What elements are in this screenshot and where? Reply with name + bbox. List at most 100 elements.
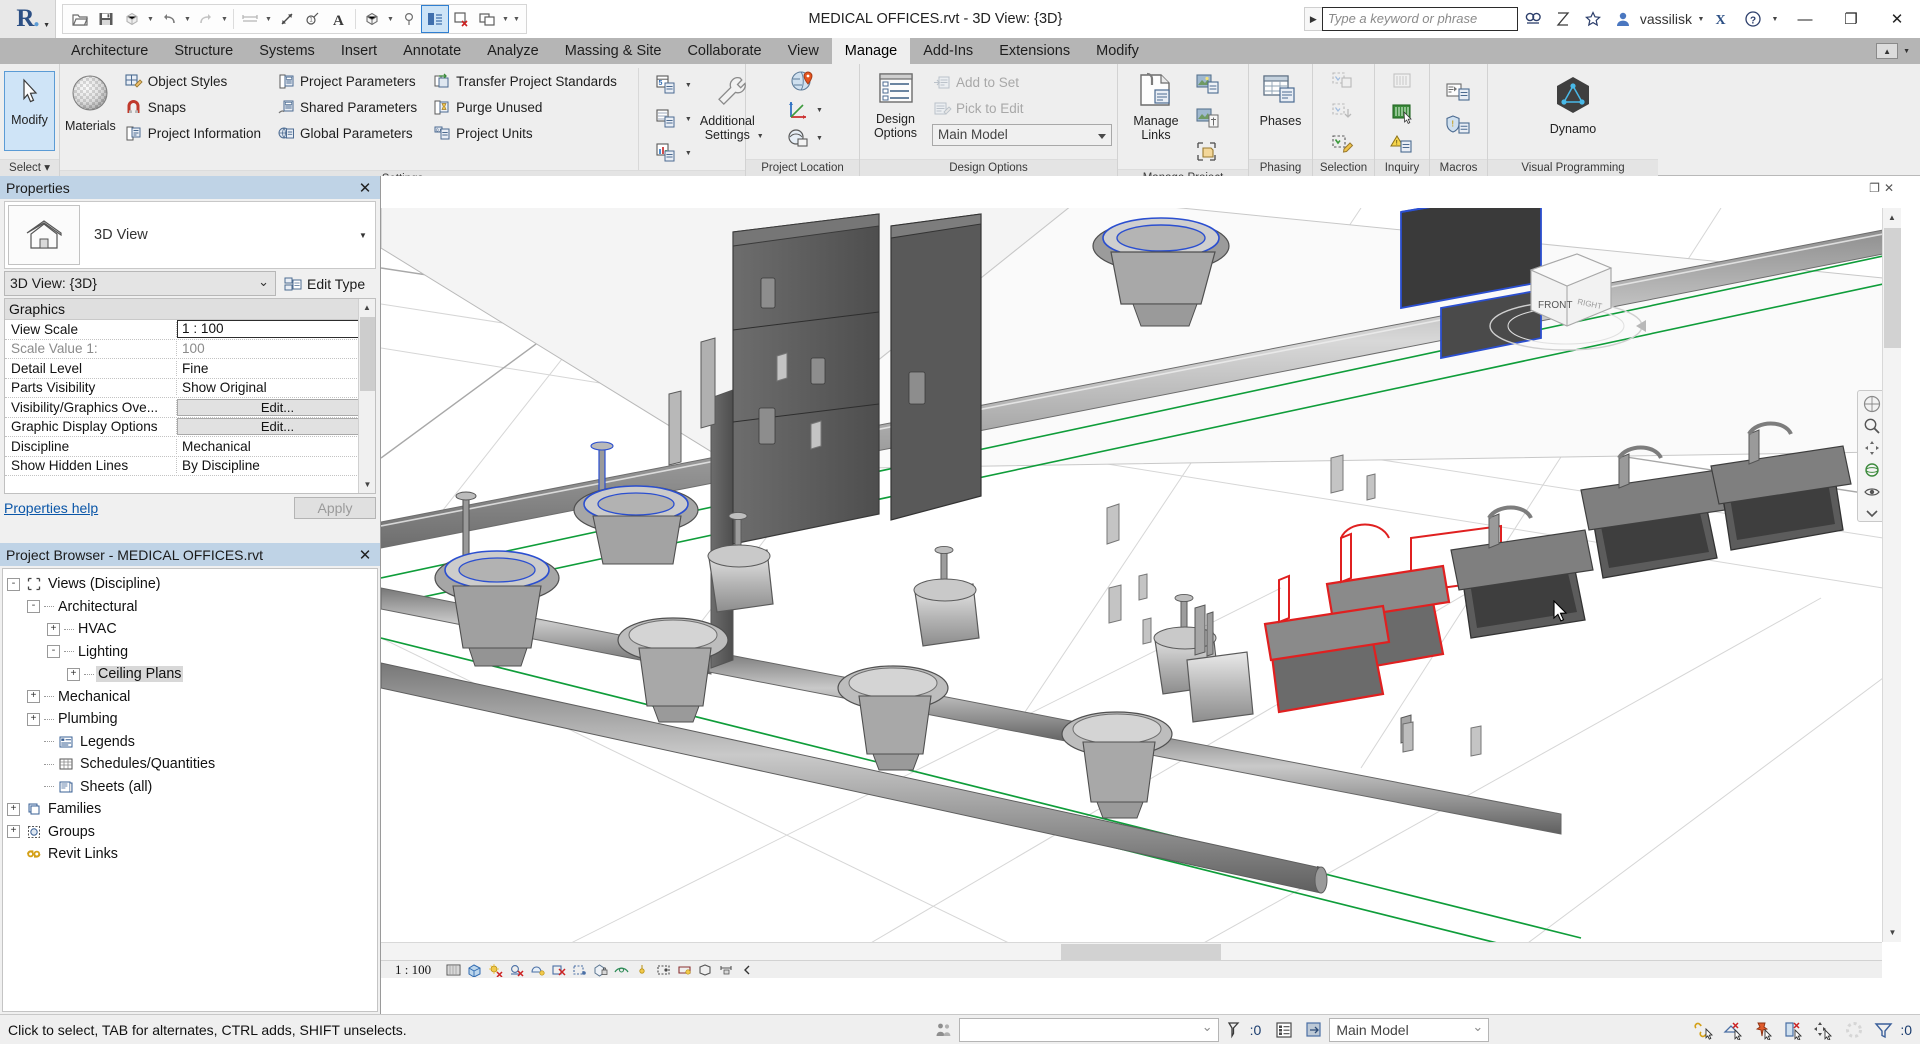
expand-icon[interactable]: + — [7, 825, 20, 839]
ribbon-tab-manage[interactable]: Manage — [831, 38, 911, 64]
default-3d-view-icon[interactable] — [359, 6, 385, 32]
chevron-down-icon[interactable]: ▼ — [500, 6, 511, 32]
transfer-project-standards-button[interactable]: Transfer Project Standards — [430, 68, 622, 94]
lock-3d-view-icon[interactable] — [590, 961, 611, 979]
scroll-down-arrow-icon[interactable]: ▼ — [1883, 923, 1901, 942]
warnings-icon[interactable]: ! — [1385, 128, 1419, 159]
global-parameters-button[interactable]: Global Parameters — [274, 120, 422, 146]
edit-selection-icon[interactable] — [1327, 128, 1361, 159]
shared-coordinates-icon[interactable]: 5 — [649, 68, 683, 102]
project-browser-node-groups[interactable]: + Groups — [7, 821, 377, 844]
view-vertical-scrollbar[interactable]: ▲ ▼ — [1882, 208, 1901, 942]
customize-quick-access-icon[interactable]: ▼ — [511, 6, 522, 32]
worksets-icon[interactable] — [929, 1016, 959, 1044]
minimize-window-button[interactable]: — — [1782, 0, 1828, 38]
chevron-down-icon[interactable]: ▼ — [1694, 16, 1708, 23]
project-browser-node-ceiling-plans[interactable]: + Ceiling Plans — [7, 663, 377, 686]
temporary-hide-isolate-icon[interactable] — [611, 961, 632, 979]
property-value[interactable]: Mechanical — [177, 439, 375, 454]
property-value[interactable]: Edit... — [177, 418, 373, 436]
chevron-down-icon[interactable]: ▼ — [219, 6, 230, 32]
project-browser-node-views-discipline[interactable]: - Views (Discipline) — [7, 573, 377, 596]
expand-icon[interactable]: + — [47, 622, 60, 636]
object-styles-button[interactable]: Object Styles — [122, 68, 266, 94]
scrollbar-thumb[interactable] — [360, 317, 375, 391]
3d-model-canvas[interactable]: FRONT RIGHT ▲ ▼ 1: 100 — [381, 208, 1901, 978]
shared-coordinates-dropdown[interactable]: 5 ▼ — [649, 68, 692, 102]
purge-unused-button[interactable]: Purge Unused — [430, 94, 622, 120]
ribbon-tab-modify[interactable]: Modify — [1083, 38, 1152, 64]
section-icon[interactable] — [396, 6, 422, 32]
properties-help-link[interactable]: Properties help — [4, 500, 98, 516]
maximize-window-button[interactable]: ❐ — [1828, 0, 1874, 38]
chevron-down-icon[interactable]: ▼ — [385, 6, 396, 32]
sync-with-central-icon[interactable] — [119, 6, 145, 32]
load-selection-icon[interactable] — [1327, 97, 1361, 128]
snaps-button[interactable]: Snaps — [122, 94, 266, 120]
visual-style-shaded-icon[interactable] — [464, 961, 485, 979]
expand-view-control-bar-icon[interactable] — [737, 961, 758, 979]
fill-patterns-dropdown[interactable]: ▼ — [649, 102, 692, 136]
expand-icon[interactable]: + — [7, 802, 20, 816]
position-icon[interactable] — [782, 124, 814, 152]
view-horizontal-scrollbar[interactable] — [381, 942, 1882, 960]
infocenter-expand-icon[interactable]: ▶ — [1303, 7, 1322, 31]
design-option-status-combo[interactable]: Main Model — [1329, 1017, 1490, 1042]
edit-type-button[interactable]: Edit Type — [276, 276, 365, 292]
ribbon-tab-collaborate[interactable]: Collaborate — [674, 38, 774, 64]
expand-icon[interactable]: + — [27, 690, 40, 704]
manage-links-button[interactable]: Manage Links — [1123, 67, 1189, 142]
chevron-down-icon[interactable]: ▼ — [1768, 16, 1782, 23]
project-information-button[interactable]: Project Information — [122, 120, 266, 146]
project-parameters-button[interactable]: Project Parameters — [274, 68, 422, 94]
text-icon[interactable]: A — [326, 6, 352, 32]
search-icon[interactable] — [1518, 4, 1548, 34]
chevron-down-icon[interactable]: ▼ — [1898, 48, 1910, 55]
revit-application-menu-button[interactable]: R. ▼ — [0, 0, 56, 38]
active-design-option-combo[interactable]: Main Model — [932, 124, 1112, 146]
collapse-icon[interactable]: - — [47, 645, 60, 659]
chevron-down-icon[interactable]: ▼ — [145, 6, 156, 32]
select-links-icon[interactable] — [1689, 1016, 1719, 1044]
search-input[interactable]: Type a keyword or phrase — [1321, 7, 1518, 31]
favorites-star-icon[interactable] — [1578, 4, 1608, 34]
steering-wheel-icon[interactable] — [1860, 394, 1884, 414]
redo-icon[interactable] — [193, 6, 219, 32]
zoom-icon[interactable] — [1860, 416, 1884, 436]
chevron-down-icon[interactable]: ▼ — [685, 116, 692, 123]
property-value[interactable]: Show Original — [177, 380, 375, 395]
close-icon[interactable]: ✕ — [356, 546, 374, 564]
ribbon-tab-massing-site[interactable]: Massing & Site — [552, 38, 675, 64]
ribbon-tab-systems[interactable]: Systems — [246, 38, 328, 64]
add-to-set-button[interactable]: Add to Set — [930, 69, 1112, 95]
close-view-icon[interactable]: ✕ — [1884, 181, 1894, 195]
project-browser-node-legends[interactable]: Legends — [7, 731, 377, 754]
expand-icon[interactable]: + — [27, 712, 40, 726]
chevron-down-icon[interactable]: ▼ — [816, 107, 823, 114]
scrollbar-thumb[interactable] — [1884, 228, 1901, 348]
show-constraints-icon[interactable] — [716, 961, 737, 979]
editing-request-icon[interactable] — [1219, 1016, 1249, 1044]
shared-parameters-button[interactable]: Shared Parameters — [274, 94, 422, 120]
project-browser-node-sheets-all[interactable]: Sheets (all) — [7, 776, 377, 799]
active-workset-combo[interactable] — [958, 1017, 1219, 1042]
chevron-down-icon[interactable]: ▼ — [685, 82, 692, 89]
close-window-button[interactable]: ✕ — [1874, 0, 1920, 38]
analysis-display-styles-icon[interactable] — [649, 136, 683, 170]
select-underlay-elements-icon[interactable] — [1719, 1016, 1749, 1044]
ribbon-tab-structure[interactable]: Structure — [161, 38, 246, 64]
ids-of-selection-icon[interactable] — [1385, 66, 1419, 97]
chevron-down-icon[interactable]: ▼ — [354, 231, 372, 240]
subscription-center-icon[interactable] — [1548, 4, 1578, 34]
chevron-down-icon[interactable]: ▼ — [182, 6, 193, 32]
drag-elements-on-selection-icon[interactable] — [1809, 1016, 1839, 1044]
materials-button[interactable]: Materials — [65, 68, 116, 133]
project-browser-node-lighting[interactable]: - Lighting — [7, 641, 377, 664]
starting-view-icon[interactable] — [1191, 135, 1225, 169]
properties-scrollbar[interactable]: ▲ ▼ — [358, 299, 375, 493]
constraints-icon[interactable] — [695, 961, 716, 979]
fill-patterns-icon[interactable] — [649, 102, 683, 136]
aligned-dimension-icon[interactable] — [274, 6, 300, 32]
measure-icon[interactable] — [237, 6, 263, 32]
collapse-icon[interactable]: - — [27, 600, 40, 614]
